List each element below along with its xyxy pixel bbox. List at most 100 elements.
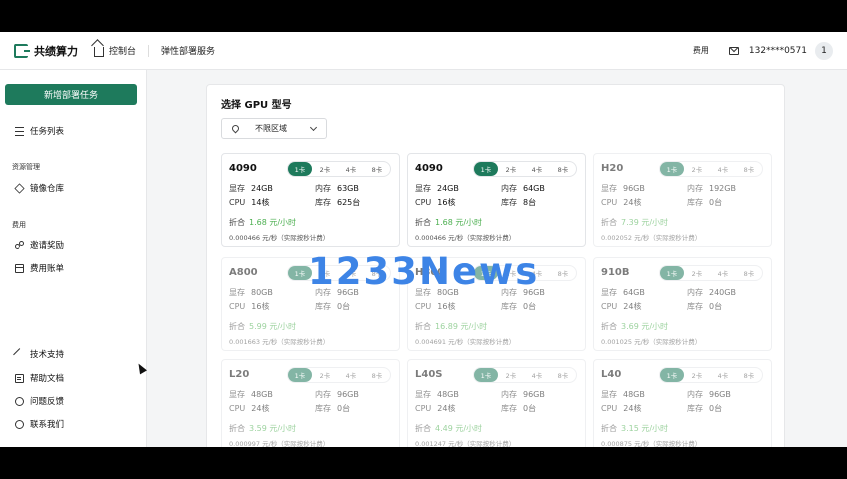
gpu-card[interactable]: 4090 1卡 2卡 4卡 8卡 显存 24GB 内存 64GB CPU 16核 库存 8台 …: [407, 153, 586, 247]
card-count-option[interactable]: 1卡: [660, 266, 684, 280]
nav-console[interactable]: 控制台: [94, 44, 136, 57]
card-count-option[interactable]: 2卡: [498, 368, 524, 382]
card-count-option[interactable]: 4卡: [710, 162, 736, 176]
spec-vram: 显存 48GB: [229, 390, 273, 399]
price-per-second: 0.002052 元/秒（实际按秒计费）: [601, 234, 702, 242]
nav-elastic-deploy[interactable]: 弹性部署服务: [161, 44, 215, 57]
card-count-option[interactable]: 4卡: [710, 266, 736, 280]
region-select[interactable]: 不限区域: [221, 118, 327, 139]
spec-stock: 库存 0台: [687, 198, 723, 207]
card-count-selector: 1卡 2卡 4卡 8卡: [473, 367, 577, 383]
share-icon: [15, 240, 24, 250]
sidebar-item-contact[interactable]: 联系我们: [15, 418, 64, 430]
document-icon: [15, 373, 24, 383]
card-count-option[interactable]: 4卡: [710, 368, 736, 382]
card-count-selector: 1卡 2卡 4卡 8卡: [287, 367, 391, 383]
card-count-option[interactable]: 8卡: [364, 368, 390, 382]
card-count-option[interactable]: 4卡: [338, 162, 364, 176]
card-count-selector: 1卡 2卡 4卡 8卡: [287, 161, 391, 177]
gpu-model-name: A800: [229, 267, 258, 278]
card-count-option[interactable]: 1卡: [660, 368, 684, 382]
sidebar-item-label: 技术支持: [30, 350, 65, 360]
card-count-option[interactable]: 8卡: [736, 368, 762, 382]
spec-stock: 库存 0台: [315, 302, 351, 311]
price-per-hour: 折合 16.89 元/小时: [415, 322, 488, 331]
spec-vram: 显存 24GB: [415, 184, 459, 193]
price-per-second: 0.004691 元/秒（实际按秒计费）: [415, 338, 516, 346]
gpu-card[interactable]: 910B 1卡 2卡 4卡 8卡 显存 64GB 内存 240GB CPU 24核 库存 0台…: [593, 257, 772, 351]
gpu-card[interactable]: H20 1卡 2卡 4卡 8卡 显存 96GB 内存 192GB CPU 24核 库存 0台 …: [593, 153, 772, 247]
card-count-option[interactable]: 2卡: [684, 266, 710, 280]
spec-ram: 内存 96GB: [315, 390, 359, 399]
spec-ram: 内存 240GB: [687, 288, 736, 297]
brand-name: 共绩算力: [34, 44, 78, 58]
card-count-option[interactable]: 8卡: [364, 162, 390, 176]
mail-icon[interactable]: [728, 46, 739, 55]
card-count-option[interactable]: 8卡: [736, 266, 762, 280]
avatar[interactable]: 1: [815, 41, 833, 60]
card-count-option[interactable]: 1卡: [474, 162, 498, 176]
card-count-selector: 1卡 2卡 4卡 8卡: [473, 161, 577, 177]
sidebar-item-label: 联系我们: [30, 420, 65, 430]
sidebar-item-task-list[interactable]: 任务列表: [15, 125, 64, 137]
brand-logo[interactable]: 共绩算力: [14, 43, 78, 59]
card-count-selector: 1卡 2卡 4卡 8卡: [659, 265, 763, 281]
card-count-option[interactable]: 8卡: [736, 162, 762, 176]
price-per-hour: 折合 5.99 元/小时: [229, 322, 297, 331]
location-pin-icon: [230, 123, 241, 134]
cube-icon: [14, 182, 25, 194]
price-per-hour: 折合 3.69 元/小时: [601, 322, 669, 331]
price-per-second: 0.001247 元/秒（实际按秒计费）: [415, 440, 516, 447]
card-count-option[interactable]: 4卡: [524, 368, 550, 382]
card-count-option[interactable]: 2卡: [684, 162, 710, 176]
card-count-option[interactable]: 8卡: [550, 162, 576, 176]
panel-title: 选择 GPU 型号: [221, 100, 292, 111]
card-count-option[interactable]: 4卡: [524, 162, 550, 176]
card-count-option[interactable]: 2卡: [312, 162, 338, 176]
spec-cpu: CPU 16核: [415, 302, 456, 311]
spec-cpu: CPU 24核: [601, 302, 642, 311]
card-count-option[interactable]: 4卡: [338, 368, 364, 382]
price-per-second: 0.000875 元/秒（实际按秒计费）: [601, 440, 702, 447]
spec-ram: 内存 96GB: [501, 390, 545, 399]
spec-stock: 库存 0台: [501, 404, 537, 413]
gpu-card[interactable]: L20 1卡 2卡 4卡 8卡 显存 48GB 内存 96GB CPU 24核 库存 0台 折…: [221, 359, 400, 447]
price-per-hour: 折合 3.59 元/小时: [229, 424, 297, 433]
gpu-model-name: 4090: [415, 163, 443, 174]
spec-cpu: CPU 16核: [415, 198, 456, 207]
user-phone[interactable]: 132****0571: [749, 46, 807, 56]
card-count-option[interactable]: 8卡: [550, 266, 576, 280]
spec-stock: 库存 625台: [315, 198, 361, 207]
gpu-card[interactable]: 4090 1卡 2卡 4卡 8卡 显存 24GB 内存 63GB CPU 14核 库存 625…: [221, 153, 400, 247]
card-count-option[interactable]: 2卡: [312, 368, 338, 382]
card-count-option[interactable]: 1卡: [660, 162, 684, 176]
new-deploy-task-button[interactable]: 新增部署任务: [5, 84, 137, 105]
fee-link[interactable]: 费用: [693, 45, 709, 56]
spec-vram: 显存 64GB: [601, 288, 645, 297]
price-per-hour: 折合 1.68 元/小时: [415, 218, 483, 227]
sidebar-item-tech-support[interactable]: 技术支持: [13, 347, 65, 361]
spec-ram: 内存 96GB: [687, 390, 731, 399]
price-per-hour: 折合 4.49 元/小时: [415, 424, 483, 433]
card-count-option[interactable]: 8卡: [550, 368, 576, 382]
sidebar-item-invite[interactable]: 邀请奖励: [15, 239, 64, 251]
spec-vram: 显存 80GB: [229, 288, 273, 297]
spec-cpu: CPU 24核: [415, 404, 456, 413]
sidebar-item-label: 帮助文档: [30, 374, 65, 384]
sidebar-item-bill[interactable]: 费用账单: [15, 262, 64, 274]
sidebar-item-docs[interactable]: 帮助文档: [15, 372, 64, 384]
gpu-card[interactable]: L40S 1卡 2卡 4卡 8卡 显存 48GB 内存 96GB CPU 24核 库存 0台 …: [407, 359, 586, 447]
card-count-option[interactable]: 2卡: [684, 368, 710, 382]
sidebar-item-feedback[interactable]: 问题反馈: [15, 395, 64, 407]
gpu-card[interactable]: L40 1卡 2卡 4卡 8卡 显存 48GB 内存 96GB CPU 24核 库存 0台 折…: [593, 359, 772, 447]
spec-stock: 库存 0台: [687, 302, 723, 311]
sidebar-group-resource: 资源管理: [12, 163, 40, 171]
sidebar-item-image-repo[interactable]: 镜像仓库: [14, 182, 64, 194]
sidebar-item-label: 邀请奖励: [30, 241, 65, 251]
card-count-option[interactable]: 2卡: [498, 162, 524, 176]
card-count-option[interactable]: 1卡: [288, 162, 312, 176]
card-count-option[interactable]: 1卡: [474, 368, 498, 382]
card-count-option[interactable]: 1卡: [288, 368, 312, 382]
price-per-hour: 折合 1.68 元/小时: [229, 218, 297, 227]
sidebar-item-label: 任务列表: [30, 127, 65, 137]
